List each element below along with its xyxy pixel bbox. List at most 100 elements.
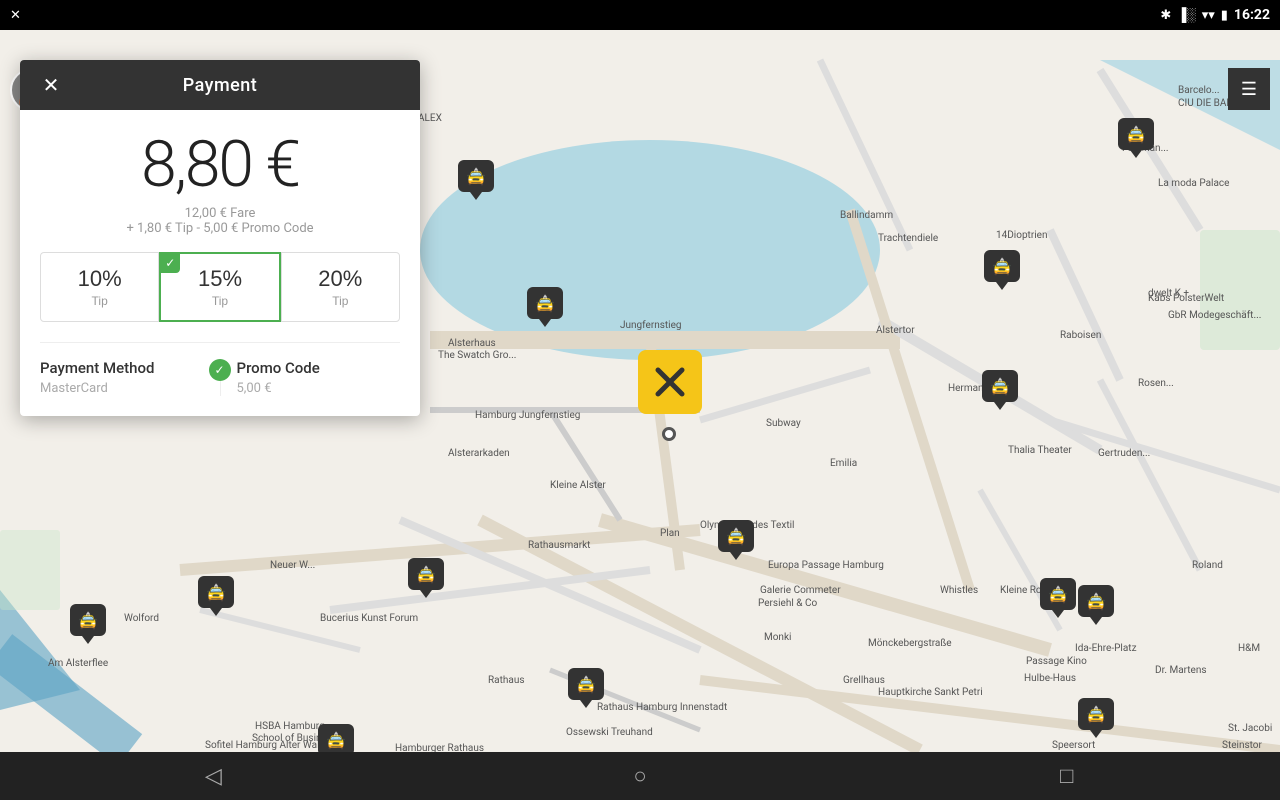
taxi-triangle — [1052, 610, 1064, 618]
tip-20-percent: 20% — [318, 266, 362, 292]
map-label-15: Barcelo... — [1178, 85, 1220, 96]
map-label-4: Alsterarkaden — [448, 448, 510, 459]
map-label-40: Wolford — [124, 613, 159, 624]
map-label-34: Rathaus Hamburg Innenstadt — [597, 702, 727, 713]
taxi-marker-0: 🚖 — [458, 160, 494, 200]
map-label-51: Neuer W... — [270, 560, 315, 571]
logo-marker — [638, 350, 702, 414]
home-button[interactable]: ○ — [610, 752, 670, 800]
taxi-car-icon: 🚖 — [1126, 125, 1146, 144]
map-label-12: Galerie Commeter — [760, 585, 841, 596]
recent-apps-button[interactable]: □ — [1037, 752, 1097, 800]
taxi-car-icon: 🚖 — [326, 731, 346, 750]
taxi-car-icon: 🚖 — [726, 527, 746, 546]
map-label-42: Raboisen — [1060, 330, 1101, 341]
taxi-box: 🚖 — [1040, 578, 1076, 610]
taxi-box: 🚖 — [70, 604, 106, 636]
bottom-nav: ◁ ○ □ — [0, 752, 1280, 800]
taxi-box: 🚖 — [1078, 698, 1114, 730]
panel-body: 8,80 € 12,00 € Fare + 1,80 € Tip - 5,00 … — [20, 110, 420, 416]
taxi-marker-12: 🚖 — [568, 668, 604, 708]
map-label-28: HSBA Hamburg — [255, 721, 325, 732]
promo-code-value: 5,00 € — [237, 381, 401, 396]
taxi-box: 🚖 — [527, 287, 563, 319]
map-label-13: Persiehl & Co — [758, 598, 817, 609]
taxi-triangle — [1090, 617, 1102, 625]
taxi-box: 🚖 — [198, 576, 234, 608]
taxi-car-icon: 🚖 — [416, 565, 436, 584]
taxi-marker-10: 🚖 — [70, 604, 106, 644]
taxi-marker-9: 🚖 — [408, 558, 444, 598]
panel-header: ✕ Payment — [20, 60, 420, 110]
tip-15-percent: 15% — [198, 266, 242, 292]
map-label-31: H&M — [1238, 643, 1260, 654]
taxi-car-icon: 🚖 — [992, 257, 1012, 276]
map[interactable]: ALEXAlsterhausThe Swatch Gro...Jungferns… — [0, 30, 1280, 800]
map-label-33: Ossewski Treuhand — [566, 727, 653, 738]
user-location-marker — [662, 427, 676, 441]
map-label-8: Rathausmarkt — [528, 540, 590, 551]
taxi-marker-4: 🚖 — [1118, 118, 1154, 158]
close-button[interactable]: ✕ — [36, 70, 66, 100]
map-label-25: Ida-Ehre-Platz — [1075, 643, 1137, 654]
taxi-triangle — [994, 402, 1006, 410]
map-label-36: Steinstor — [1222, 740, 1262, 751]
map-label-38: Sofitel Hamburg Alter Wall — [205, 740, 322, 751]
taxi-marker-3: 🚖 — [527, 287, 563, 327]
taxi-triangle — [1090, 730, 1102, 738]
battery-icon: ▮ — [1221, 8, 1228, 23]
tip-10-percent: 10% — [78, 266, 122, 292]
map-label-2: The Swatch Gro... — [438, 350, 516, 361]
taxi-marker-5: 🚖 — [982, 370, 1018, 410]
tip-10-button[interactable]: 10% Tip — [40, 252, 159, 322]
nav-bar: ☰ — [1228, 68, 1270, 110]
map-label-23: Monki — [764, 632, 791, 643]
fare-details: 12,00 € Fare + 1,80 € Tip - 5,00 € Promo… — [40, 206, 400, 236]
map-label-43: Gertruden... — [1098, 448, 1150, 459]
price-display: 8,80 € 12,00 € Fare + 1,80 € Tip - 5,00 … — [40, 130, 400, 236]
payment-method-col: Payment Method MasterCard — [40, 359, 220, 396]
tip-20-button[interactable]: 20% Tip — [281, 252, 400, 322]
status-bar-left: ✕ — [10, 8, 21, 23]
map-label-49: Kabs PolsterWelt — [1148, 293, 1224, 304]
taxi-box: 🚖 — [408, 558, 444, 590]
map-label-26: Grellhaus — [843, 675, 885, 686]
taxi-triangle — [1130, 150, 1142, 158]
taxi-marker-2: 🚖 — [984, 250, 1020, 290]
taxi-box: 🚖 — [568, 668, 604, 700]
tip-15-label: Tip — [212, 294, 228, 308]
status-time: 16:22 — [1234, 7, 1270, 23]
taxi-box: 🚖 — [1078, 585, 1114, 617]
map-label-3: Jungfernstieg — [620, 320, 682, 331]
taxi-car-icon: 🚖 — [1048, 585, 1068, 604]
taxi-box: 🚖 — [458, 160, 494, 192]
back-button[interactable]: ◁ — [183, 752, 243, 800]
taxi-triangle — [730, 552, 742, 560]
map-label-39: Am Alsterflee — [48, 658, 108, 669]
promo-code-col: ✓ Promo Code 5,00 € — [220, 359, 401, 396]
map-label-50: dwelt K + — [1148, 288, 1189, 299]
taxi-marker-6: 🚖 — [718, 520, 754, 560]
taxi-car-icon: 🚖 — [535, 294, 555, 313]
taxi-box: 🚖 — [1118, 118, 1154, 150]
map-label-16: CIU DIE BAR — [1178, 98, 1233, 109]
map-label-14: Whistles — [940, 585, 978, 596]
menu-button[interactable]: ☰ — [1228, 68, 1270, 110]
map-label-24: Passage Kino — [1026, 656, 1087, 667]
map-label-11: Europa Passage Hamburg — [768, 560, 884, 571]
map-label-5: Hamburg Jungfernstieg — [475, 410, 580, 421]
taxi-box: 🚖 — [718, 520, 754, 552]
panel-title: Payment — [183, 75, 258, 96]
taxi-marker-8: 🚖 — [198, 576, 234, 616]
map-label-32: Dr. Martens — [1155, 665, 1207, 676]
map-label-19: Thalia Theater — [1008, 445, 1072, 456]
map-label-37: Bucerius Kunst Forum — [320, 613, 418, 624]
map-label-7: Emilia — [830, 458, 857, 469]
taxi-marker-13: 🚖 — [1078, 585, 1114, 625]
map-label-21: Trachtendiele — [878, 233, 938, 244]
promo-checkmark: ✓ — [209, 359, 231, 381]
tip-15-button[interactable]: ✓ 15% Tip — [159, 252, 280, 322]
bluetooth-icon: ✱ — [1160, 8, 1171, 23]
tip-20-label: Tip — [332, 294, 348, 308]
signal-icon: ▐░ — [1177, 7, 1195, 23]
